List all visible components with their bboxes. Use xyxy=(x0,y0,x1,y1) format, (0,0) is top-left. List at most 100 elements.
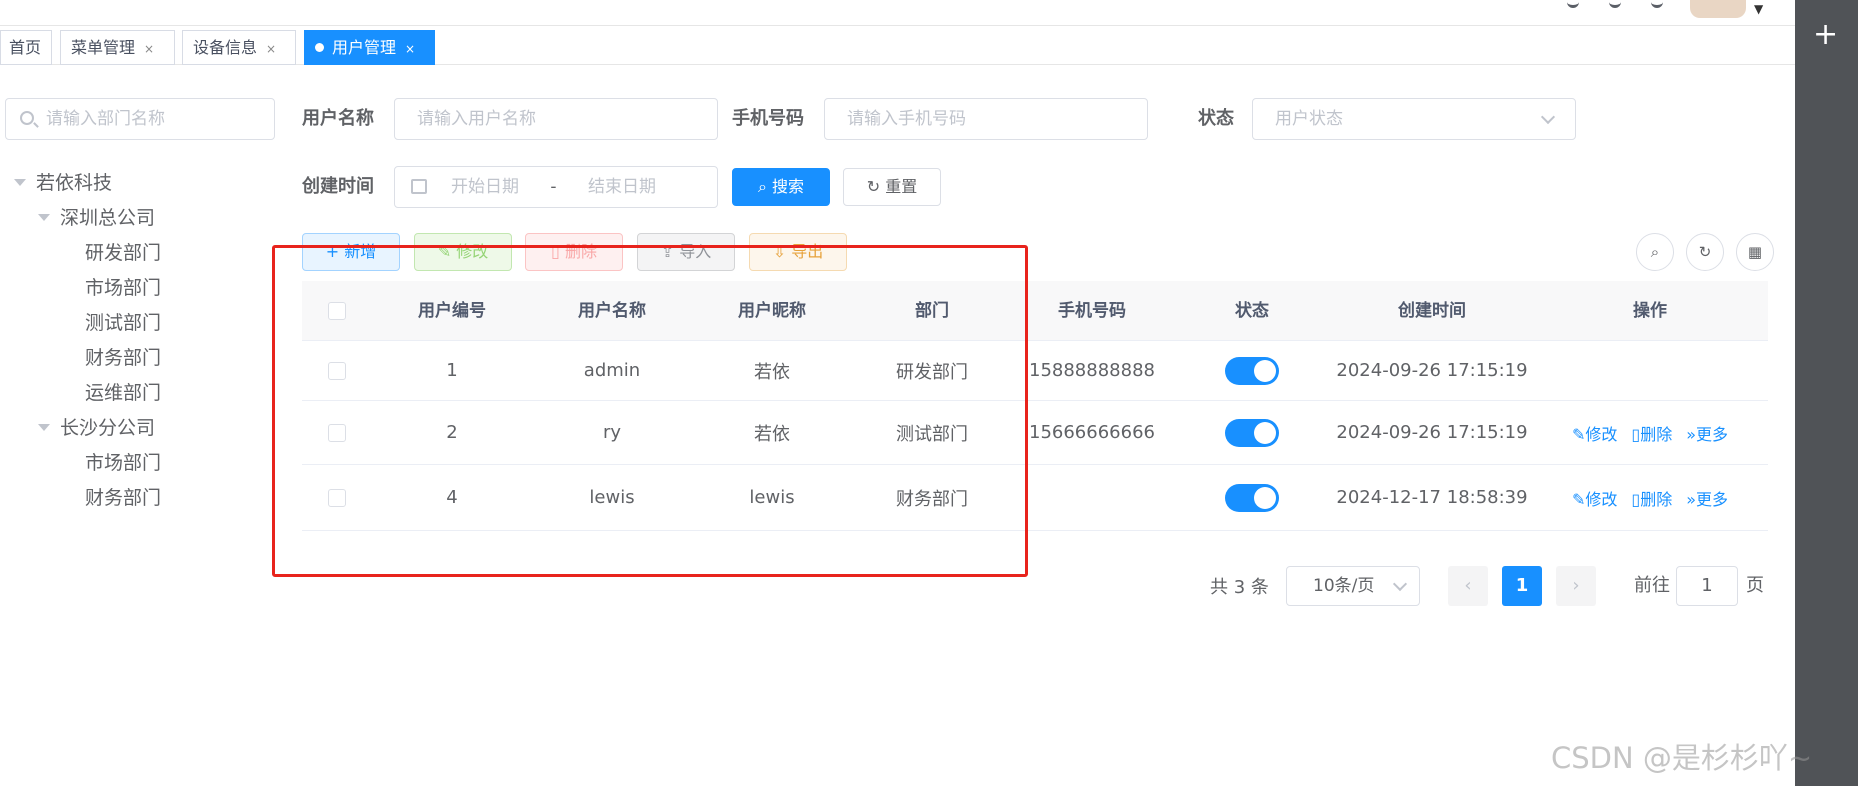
username-input[interactable]: 请输入用户名称 xyxy=(394,98,718,140)
status-switch[interactable] xyxy=(1225,356,1279,385)
navbar-icons xyxy=(1567,0,1705,10)
close-icon[interactable]: × xyxy=(144,42,154,56)
goto-page-input[interactable]: 1 xyxy=(1676,566,1738,606)
dept-search-placeholder: 请输入部门名称 xyxy=(46,109,165,129)
delete-link[interactable]: ▯删除 xyxy=(1631,421,1672,445)
tree-node-leaf[interactable]: 研发部门 xyxy=(85,238,161,268)
tree-node-label: 财务部门 xyxy=(85,487,162,509)
button-label: 搜索 xyxy=(772,177,805,196)
tree-node-leaf[interactable]: 市场部门 xyxy=(85,273,161,303)
close-icon[interactable]: × xyxy=(405,42,415,56)
cell-status xyxy=(1172,341,1332,400)
status-switch[interactable] xyxy=(1225,483,1279,512)
delete-link[interactable]: ▯删除 xyxy=(1631,486,1672,510)
double-chevron-right-icon: » xyxy=(1686,489,1697,509)
chevron-down-icon xyxy=(1540,109,1556,125)
refresh-button[interactable]: ↻ xyxy=(1686,233,1724,271)
tab-label: 菜单管理 xyxy=(71,38,136,57)
start-date-placeholder: 开始日期 xyxy=(451,177,519,197)
tab-label: 设备信息 xyxy=(193,38,258,57)
link-label: 修改 xyxy=(1585,489,1618,509)
plus-icon[interactable]: + xyxy=(1813,20,1838,50)
tags-view: 首页 菜单管理 × 设备信息 × 用户管理 × xyxy=(0,30,1795,65)
prev-page-button[interactable]: ‹ xyxy=(1448,566,1488,606)
search-button[interactable]: ⌕ 搜索 xyxy=(732,168,830,206)
grid-icon: ▦ xyxy=(1747,243,1763,261)
status-label: 状态 xyxy=(1198,108,1234,129)
tree-node-leaf[interactable]: 运维部门 xyxy=(85,378,161,408)
status-switch[interactable] xyxy=(1225,418,1279,447)
navbar-icon[interactable] xyxy=(1567,0,1579,8)
cell-phone: 15666666666 xyxy=(1029,422,1155,443)
tree-node-leaf[interactable]: 市场部门 xyxy=(85,448,161,478)
columns-button[interactable]: ▦ xyxy=(1736,233,1774,271)
date-range-picker[interactable]: 开始日期 - 结束日期 xyxy=(394,166,718,208)
tree-node-label: 长沙分公司 xyxy=(60,417,156,439)
avatar[interactable] xyxy=(1690,0,1746,18)
navbar-icon[interactable] xyxy=(1609,0,1621,8)
tree-node-label: 财务部门 xyxy=(85,347,162,369)
caret-down-icon[interactable] xyxy=(14,179,26,186)
tree-node-label: 运维部门 xyxy=(85,382,162,404)
calendar-icon xyxy=(411,179,427,194)
phone-label: 手机号码 xyxy=(732,108,804,129)
navbar-icon[interactable] xyxy=(1651,0,1663,8)
trash-icon: ▯ xyxy=(1631,489,1641,509)
tree-node-label: 测试部门 xyxy=(85,312,162,334)
dept-search-input[interactable]: 请输入部门名称 xyxy=(5,98,275,140)
tree-node-branch[interactable]: 深圳总公司 xyxy=(38,203,155,233)
cell-phone: 15888888888 xyxy=(1029,360,1155,381)
search-icon xyxy=(20,111,34,125)
search-icon: ⌕ xyxy=(1650,243,1660,261)
tab-menu-management[interactable]: 菜单管理 × xyxy=(60,30,175,65)
cell-phone xyxy=(1012,465,1172,530)
double-chevron-right-icon: » xyxy=(1686,424,1697,444)
watermark: CSDN @是杉杉吖~ xyxy=(1551,741,1813,775)
input-placeholder: 请输入用户名称 xyxy=(417,109,536,129)
page-size-select[interactable]: 10条/页 xyxy=(1286,566,1420,606)
tree-node-root[interactable]: 若依科技 xyxy=(14,168,112,198)
page-suffix: 页 xyxy=(1746,575,1764,596)
cell-actions: ✎修改 ▯删除 »更多 xyxy=(1532,401,1768,464)
tree-node-leaf[interactable]: 测试部门 xyxy=(85,308,161,338)
phone-input[interactable]: 请输入手机号码 xyxy=(824,98,1148,140)
tree-node-label: 深圳总公司 xyxy=(60,207,156,229)
cell-status xyxy=(1172,401,1332,464)
goto-label: 前往 xyxy=(1634,575,1670,596)
caret-down-icon[interactable] xyxy=(38,214,50,221)
tree-node-leaf[interactable]: 财务部门 xyxy=(85,343,161,373)
more-link[interactable]: »更多 xyxy=(1686,421,1728,445)
tree-node-branch[interactable]: 长沙分公司 xyxy=(38,413,155,443)
tab-label: 用户管理 xyxy=(332,38,397,57)
tab-user-management[interactable]: 用户管理 × xyxy=(304,30,435,65)
pagination-total: 共 3 条 xyxy=(1210,577,1269,598)
link-label: 修改 xyxy=(1585,424,1618,444)
edit-link[interactable]: ✎修改 xyxy=(1572,486,1617,510)
tree-node-label: 市场部门 xyxy=(85,452,162,474)
column-header: 操作 xyxy=(1633,301,1667,321)
button-label: 重置 xyxy=(885,177,918,196)
toggle-search-button[interactable]: ⌕ xyxy=(1636,233,1674,271)
cell-created-time: 2024-12-17 18:58:39 xyxy=(1336,487,1528,508)
caret-down-icon[interactable]: ▼ xyxy=(1754,2,1763,16)
tree-node-label: 若依科技 xyxy=(36,172,113,194)
next-page-button[interactable]: › xyxy=(1556,566,1596,606)
edit-link[interactable]: ✎修改 xyxy=(1572,421,1617,445)
tab-home[interactable]: 首页 xyxy=(0,30,52,65)
reset-button[interactable]: ↻ 重置 xyxy=(843,168,941,206)
range-separator: - xyxy=(550,177,557,197)
tab-device-info[interactable]: 设备信息 × xyxy=(182,30,296,65)
close-icon[interactable]: × xyxy=(266,42,276,56)
more-link[interactable]: »更多 xyxy=(1686,486,1728,510)
right-side-rail: + xyxy=(1795,0,1858,786)
search-icon: ⌕ xyxy=(757,177,773,196)
tree-node-leaf[interactable]: 财务部门 xyxy=(85,483,161,513)
status-select[interactable]: 用户状态 xyxy=(1252,98,1576,140)
column-header: 创建时间 xyxy=(1398,301,1466,321)
input-placeholder: 用户状态 xyxy=(1275,109,1343,129)
username-label: 用户名称 xyxy=(302,108,374,129)
caret-down-icon[interactable] xyxy=(38,424,50,431)
top-navbar: ▼ xyxy=(0,0,1795,26)
refresh-icon: ↻ xyxy=(1698,243,1712,261)
page-number[interactable]: 1 xyxy=(1502,566,1542,606)
